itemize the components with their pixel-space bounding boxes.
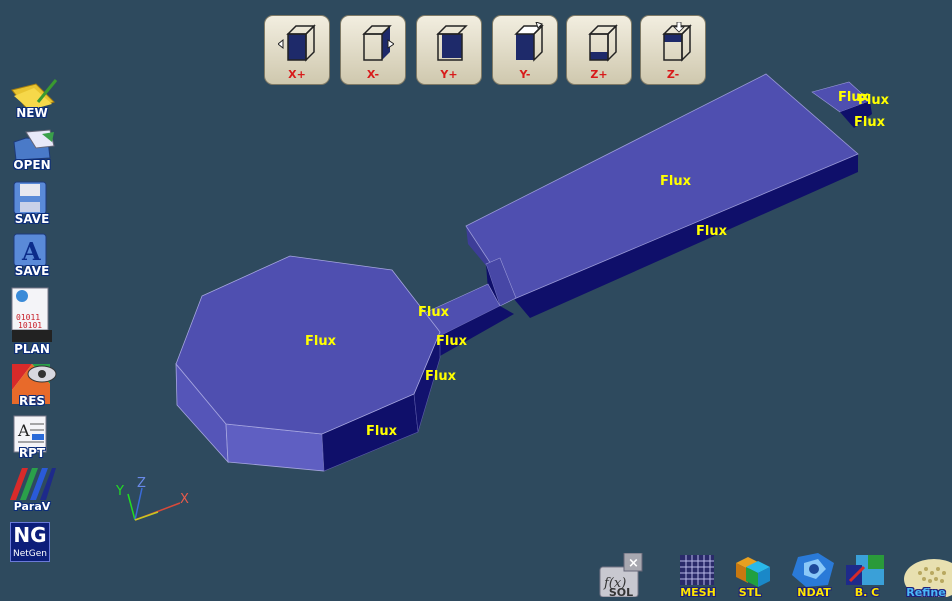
- svg-text:×: ×: [628, 556, 639, 571]
- z-axis-label: Z: [137, 476, 146, 491]
- paraview-button[interactable]: ParaV: [6, 466, 60, 516]
- y-axis-label: Y: [115, 484, 124, 499]
- svg-text:10101: 10101: [18, 321, 42, 330]
- view-x-plus-button[interactable]: X+: [264, 15, 330, 85]
- save-as-button[interactable]: A SAVE: [6, 232, 60, 280]
- view-z-minus-button[interactable]: Z-: [640, 15, 706, 85]
- new-button[interactable]: NEW: [6, 78, 60, 124]
- cube-view-icon: [588, 24, 618, 62]
- save-as-icon: A: [13, 233, 47, 267]
- 3d-viewport[interactable]: Flux Flux Flux Flux Flux Flux Flux Flux …: [0, 0, 952, 599]
- ndat-icon: [792, 553, 834, 587]
- view-x-minus-button[interactable]: X-: [340, 15, 406, 85]
- netgen-icon: NG NetGen: [10, 522, 50, 562]
- open-folder-icon: [13, 129, 55, 161]
- svg-text:A: A: [21, 237, 41, 266]
- results-button[interactable]: RES: [6, 360, 60, 410]
- paraview-icon: [10, 468, 56, 500]
- paraview-label: ParaV: [13, 500, 51, 513]
- view-y-plus-button[interactable]: Y+: [416, 15, 482, 85]
- stl-button[interactable]: STL: [728, 553, 772, 599]
- cube-view-icon: [662, 22, 692, 62]
- netgen-button[interactable]: NG NetGen: [6, 522, 60, 562]
- new-label: NEW: [16, 106, 48, 120]
- view-button-label: X-: [366, 68, 380, 81]
- flux-label: Flux: [436, 334, 468, 349]
- cube-view-icon: [514, 22, 544, 62]
- open-button[interactable]: OPEN: [6, 128, 60, 174]
- flux-label: Flux: [696, 224, 728, 239]
- save-label: SAVE: [14, 212, 50, 226]
- flux-label: Flux: [425, 369, 457, 384]
- svg-text:A: A: [17, 421, 30, 440]
- ndat-label: NDAT: [797, 586, 831, 599]
- flux-label: Flux: [858, 93, 890, 108]
- netgen-sublabel: NetGen: [12, 549, 47, 559]
- model-scene[interactable]: Flux Flux Flux Flux Flux Flux Flux Flux …: [0, 0, 952, 597]
- mesh-icon: [680, 555, 714, 585]
- boundary-conditions-label: B. C: [854, 586, 880, 599]
- flux-label: Flux: [660, 174, 692, 189]
- netgen-logo-text: NG: [13, 523, 47, 547]
- mesh-label: MESH: [680, 586, 716, 599]
- report-label: RPT: [18, 446, 46, 460]
- save-as-label: SAVE: [14, 264, 50, 278]
- plan-label: PLAN: [14, 342, 50, 356]
- flux-label: Flux: [305, 334, 337, 349]
- view-button-label: Z-: [666, 68, 680, 81]
- cube-view-icon: [278, 24, 316, 62]
- save-icon: [13, 181, 47, 215]
- view-z-plus-button[interactable]: Z+: [566, 15, 632, 85]
- solver-label: SOL: [608, 586, 634, 599]
- view-button-label: X+: [288, 68, 306, 81]
- boundary-conditions-button[interactable]: B. C: [842, 553, 892, 599]
- view-y-minus-button[interactable]: Y-: [492, 15, 558, 85]
- boundary-conditions-icon: [846, 555, 884, 585]
- plan-icon: 01011 10101: [11, 287, 52, 342]
- open-label: OPEN: [13, 158, 51, 172]
- x-axis-label: X: [180, 492, 189, 507]
- cube-view-icon: [362, 25, 394, 61]
- axis-triad: Y Z X: [115, 476, 189, 521]
- view-button-label: Y+: [440, 68, 458, 81]
- view-button-label: Y-: [519, 68, 531, 81]
- results-label: RES: [18, 394, 46, 408]
- flux-label: Flux: [418, 305, 450, 320]
- stl-label: STL: [738, 586, 762, 599]
- refine-label: Refine: [906, 586, 946, 597]
- save-button[interactable]: SAVE: [6, 180, 60, 228]
- stl-icon: [736, 557, 770, 587]
- mesh-button[interactable]: MESH: [676, 553, 720, 599]
- ndat-button[interactable]: NDAT: [788, 553, 840, 599]
- view-button-label: Z+: [590, 68, 608, 81]
- report-button[interactable]: A RPT: [6, 414, 60, 464]
- cube-view-icon: [436, 25, 468, 61]
- flux-label: Flux: [366, 424, 398, 439]
- solver-button[interactable]: f(x) × SOL: [596, 552, 646, 599]
- plan-button[interactable]: 01011 10101 PLAN: [6, 286, 60, 358]
- flux-label: Flux: [854, 115, 886, 130]
- refine-button[interactable]: Refine: [900, 553, 952, 597]
